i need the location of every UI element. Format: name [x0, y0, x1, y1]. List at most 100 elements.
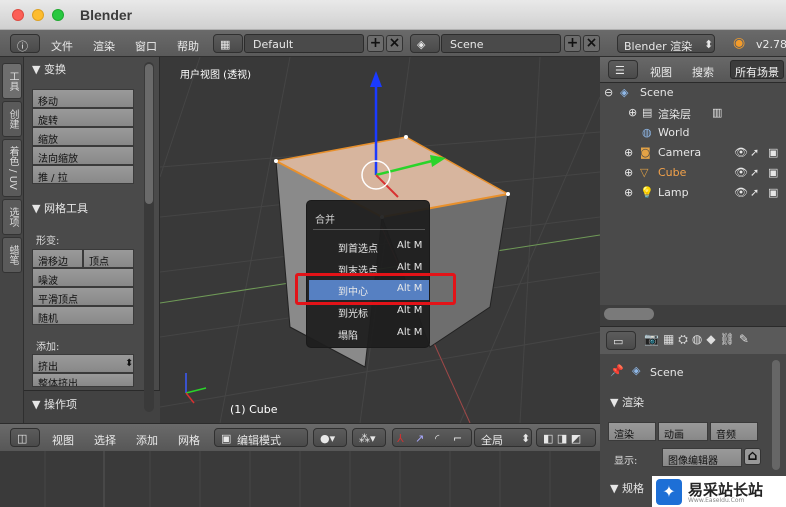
slide-vertex-button[interactable]: 顶点	[83, 249, 134, 268]
merge-at-first-item[interactable]: 到首选点 Alt M	[309, 237, 429, 257]
row-label: Lamp	[658, 186, 689, 199]
add-layout-button[interactable]: +	[367, 35, 384, 52]
outliner-row-world[interactable]: ◍ World	[600, 123, 786, 143]
render-camera-icon[interactable]: ▣	[768, 146, 778, 159]
visibility-eye-icon[interactable]: 👁	[734, 146, 748, 159]
menu-file[interactable]: 文件	[51, 38, 73, 54]
render-audio-button[interactable]: 音频	[710, 422, 758, 441]
minimize-window-button[interactable]	[32, 9, 44, 21]
mode-dropdown[interactable]: ▣ 编辑模式	[214, 428, 308, 447]
menu-select[interactable]: 选择	[94, 432, 116, 448]
z-arrow-icon[interactable]	[370, 71, 382, 87]
remove-scene-button[interactable]: ×	[583, 35, 600, 52]
rotate-button[interactable]: 旋转	[32, 108, 134, 127]
properties-scrollbar[interactable]	[772, 360, 780, 470]
visibility-eye-icon[interactable]: 👁	[734, 166, 748, 179]
lock-interface-button[interactable]: ⌂	[744, 448, 761, 465]
operator-panel-header[interactable]: ▼ 操作项	[32, 396, 77, 412]
viewport-perspective-label: 用户视图 (透视)	[180, 70, 251, 81]
orientation-dropdown[interactable]: 全局 ⬍	[474, 428, 532, 447]
tab-options[interactable]: 选项	[2, 199, 22, 235]
visibility-eye-icon[interactable]: 👁	[734, 186, 748, 199]
menu-render[interactable]: 渲染	[93, 38, 115, 54]
layout-field[interactable]: Default	[244, 34, 364, 53]
extrude-dropdown[interactable]: 挤出 ⬍	[32, 354, 134, 373]
pin-icon[interactable]: 📌	[610, 364, 624, 377]
scene-field[interactable]: Scene	[441, 34, 561, 53]
pivot-dropdown[interactable]: ⁂▾	[352, 428, 386, 447]
select-arrow-icon[interactable]: ➚	[750, 146, 759, 159]
select-mode-buttons[interactable]: ◧ ◨ ◩	[536, 428, 596, 447]
tab-shading-uv[interactable]: 着色 / UV	[2, 139, 22, 197]
editor-type-button[interactable]: ⓘ	[10, 34, 40, 53]
timeline-area[interactable]	[0, 451, 600, 507]
extrude-region-button[interactable]: 整体挤出	[32, 373, 134, 387]
slide-edge-button[interactable]: 滑移边	[32, 249, 83, 268]
randomize-button[interactable]: 随机	[32, 306, 134, 325]
noise-button[interactable]: 噪波	[32, 268, 134, 287]
remove-layout-button[interactable]: ×	[386, 35, 403, 52]
dimensions-panel-header[interactable]: ▼ 规格	[610, 480, 644, 496]
site-watermark: ✦ 易采站长站 Www.EaseIdu.Com	[652, 476, 786, 507]
active-object-label: (1) Cube	[230, 403, 278, 416]
render-layer-toggle-icon[interactable]: ▥	[712, 106, 722, 119]
menu-view[interactable]: 视图	[52, 432, 74, 448]
translate-manipulator-icon: ↗	[415, 432, 425, 445]
tab-create[interactable]: 创建	[2, 101, 22, 137]
editor-type-button[interactable]: ☰	[608, 60, 638, 79]
maximize-window-button[interactable]	[52, 9, 64, 21]
menu-help[interactable]: 帮助	[177, 38, 199, 54]
scale-button[interactable]: 缩放	[32, 127, 134, 146]
outliner-row-render-layers[interactable]: ⊕ ▤ 渲染层 ▥	[600, 103, 786, 123]
tab-grease-pencil[interactable]: 蜡笔	[2, 237, 22, 273]
menu-item-shortcut: Alt M	[397, 305, 423, 316]
add-scene-button[interactable]: +	[564, 35, 581, 52]
outliner-row-scene[interactable]: ⊖ ◈ Scene	[600, 83, 786, 103]
scene-selector-button[interactable]: ◈	[410, 34, 440, 53]
menu-item-label: 到光标	[338, 309, 368, 320]
outliner-row-lamp[interactable]: ⊕ 💡 Lamp 👁 ➚ ▣	[600, 183, 786, 203]
tab-tools[interactable]: 工具	[2, 63, 22, 99]
display-dropdown[interactable]: 图像编辑器	[662, 448, 742, 467]
shrink-fatten-button[interactable]: 法向缩放	[32, 146, 134, 165]
render-engine-dropdown[interactable]: Blender 渲染 ⬍	[617, 34, 715, 53]
toolshelf-scrollbar-thumb[interactable]	[145, 64, 153, 204]
outliner-row-camera[interactable]: ⊕ ◙ Camera 👁 ➚ ▣	[600, 143, 786, 163]
render-image-button[interactable]: 渲染	[608, 422, 656, 441]
render-camera-icon[interactable]: ▣	[768, 166, 778, 179]
mesh-tools-panel-header[interactable]: ▼ 网格工具	[32, 200, 88, 216]
outliner-row-cube[interactable]: ⊕ ▽ Cube 👁 ➚ ▣	[600, 163, 786, 183]
outliner-horizontal-scrollbar[interactable]	[604, 308, 654, 320]
properties-context-tabs[interactable]: 📷▦⛭◍◆⛓✎	[644, 332, 784, 350]
menu-separator	[313, 229, 425, 230]
extrude-region-label: 整体挤出	[38, 379, 78, 387]
solid-shading-icon: ●▾	[320, 432, 336, 445]
outliner-menu-search[interactable]: 搜索	[692, 64, 714, 80]
menu-window[interactable]: 窗口	[135, 38, 157, 54]
editor-type-button[interactable]: ▭	[606, 331, 636, 350]
gizmo-y	[185, 387, 207, 394]
smooth-vertex-button[interactable]: 平滑顶点	[32, 287, 134, 306]
select-arrow-icon[interactable]: ➚	[750, 166, 759, 179]
render-panel-header[interactable]: ▼ 渲染	[610, 394, 644, 410]
manipulator-toggles[interactable]: ⅄ ↗ ◜ ⌐	[392, 428, 472, 447]
push-pull-button[interactable]: 推 / 拉	[32, 165, 134, 184]
viewport-header: ◫ 视图 选择 添加 网格 ▣ 编辑模式 ●▾ ⁂▾ ⅄ ↗ ◜ ⌐ 全局 ⬍ ◧ ◨ ◩	[0, 423, 600, 451]
select-arrow-icon[interactable]: ➚	[750, 186, 759, 199]
editor-type-button[interactable]: ◫	[10, 428, 40, 447]
render-camera-icon[interactable]: ▣	[768, 186, 778, 199]
shading-dropdown[interactable]: ●▾	[313, 428, 347, 447]
menu-add[interactable]: 添加	[136, 432, 158, 448]
menu-mesh[interactable]: 网格	[178, 432, 200, 448]
close-window-button[interactable]	[12, 9, 24, 21]
merge-at-cursor-item[interactable]: 到光标 Alt M	[309, 302, 429, 322]
mode-label: 编辑模式	[237, 434, 281, 447]
outliner-menu-view[interactable]: 视图	[650, 64, 672, 80]
shrink-fatten-label: 法向缩放	[38, 154, 78, 165]
render-animation-button[interactable]: 动画	[658, 422, 708, 441]
translate-button[interactable]: 移动	[32, 89, 134, 108]
display-mode-dropdown[interactable]: 所有场景	[730, 60, 784, 79]
merge-collapse-item[interactable]: 塌陷 Alt M	[309, 324, 429, 344]
screen-layout-button[interactable]: ▦	[213, 34, 243, 53]
transform-panel-header[interactable]: ▼ 变换	[32, 61, 66, 77]
